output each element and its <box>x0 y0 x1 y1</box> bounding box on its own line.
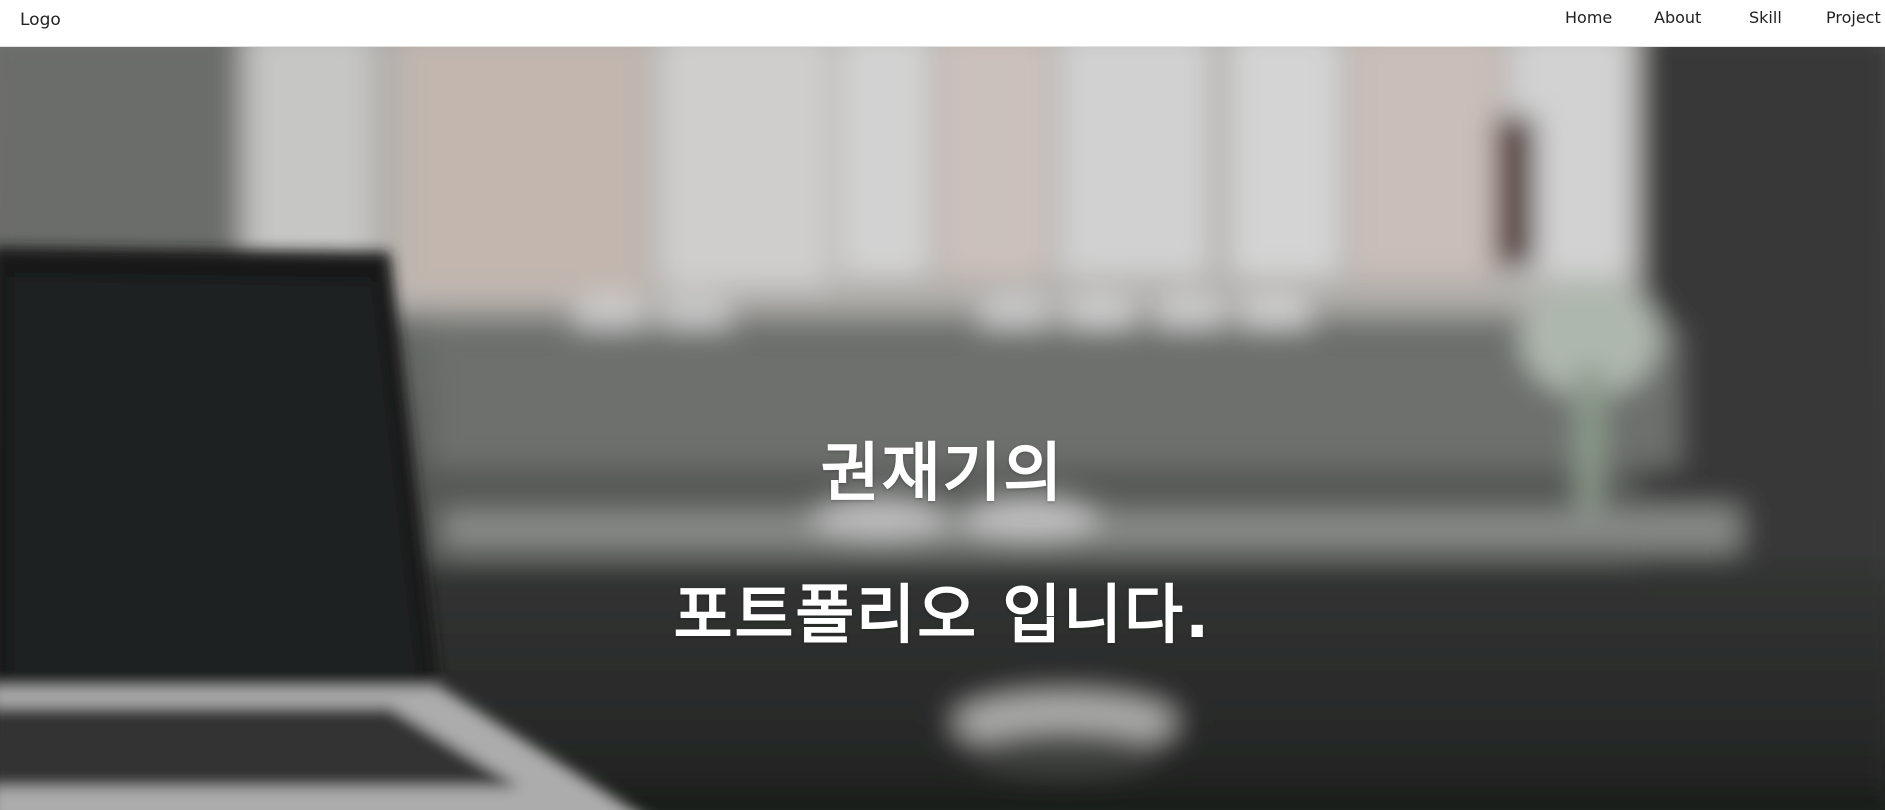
nav-home-link[interactable]: Home <box>1565 8 1612 27</box>
nav-project-link[interactable]: Project <box>1826 8 1881 27</box>
logo[interactable]: Logo <box>20 10 61 30</box>
nav-skill-link[interactable]: Skill <box>1749 8 1782 27</box>
top-navbar: Logo Home About Skill Project <box>0 0 1885 47</box>
hero-section: 권재기의 포트폴리오 입니다. <box>0 47 1885 810</box>
nav-about-link[interactable]: About <box>1654 8 1701 27</box>
hero-title-line2: 포트폴리오 입니다. <box>673 579 1212 653</box>
hero-title-line1: 권재기의 <box>820 437 1065 511</box>
